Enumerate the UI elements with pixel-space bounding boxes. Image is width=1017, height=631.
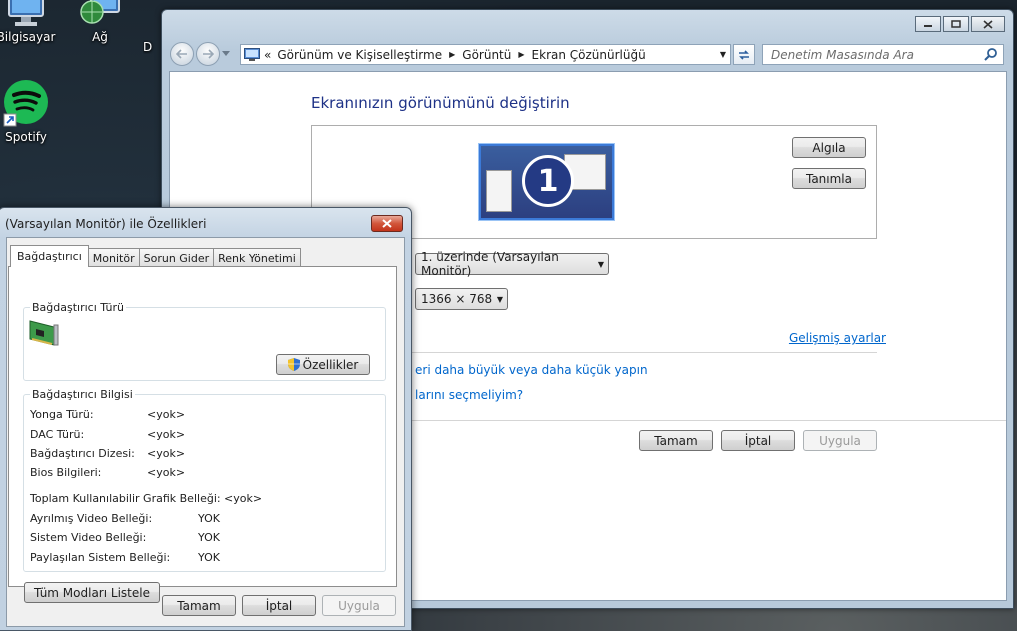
- ok-button[interactable]: Tamam: [639, 430, 713, 451]
- monitor-number-badge: 1: [522, 155, 574, 207]
- which-settings-link[interactable]: larını seçmeliyim?: [415, 388, 523, 402]
- chevron-down-icon: [222, 50, 230, 56]
- tab-monitor[interactable]: Monitör: [87, 248, 140, 267]
- tab-troubleshoot[interactable]: Sorun Gider: [138, 248, 215, 267]
- dac-type-value: <yok>: [147, 428, 186, 441]
- list-all-modes-button[interactable]: Tüm Modları Listele: [24, 582, 160, 603]
- chip-type-value: <yok>: [147, 408, 186, 421]
- adapter-string-value: <yok>: [147, 447, 186, 460]
- search-input[interactable]: [771, 47, 981, 62]
- bios-info-label: Bios Bilgileri:: [30, 466, 102, 479]
- monitor-1-thumbnail[interactable]: 1: [479, 144, 614, 220]
- dialog-body: Bağdaştırıcı Monitör Sorun Gider Renk Yö…: [6, 237, 405, 627]
- address-history-dropdown-icon[interactable]: ▼: [720, 50, 726, 59]
- navigation-buttons: [170, 42, 232, 66]
- dialog-cancel-button[interactable]: İptal: [242, 595, 316, 616]
- spotify-icon: [3, 80, 48, 127]
- chevron-down-icon: ▼: [496, 294, 503, 304]
- maximize-button[interactable]: [943, 16, 969, 32]
- adapter-string-label: Bağdaştırıcı Dizesi:: [30, 447, 135, 460]
- minimize-icon: [924, 25, 932, 27]
- graphics-card-icon: [29, 320, 59, 346]
- dedicated-video-memory-value: YOK: [198, 512, 220, 525]
- desktop-icon-label: Bilgisayar: [0, 30, 56, 44]
- refresh-button[interactable]: [733, 44, 755, 65]
- desktop-icon-label: Ağ: [92, 30, 108, 44]
- address-bar[interactable]: « Görünüm ve Kişiselleştirme ▶ Görüntü ▶…: [240, 44, 731, 65]
- network-globe-icon: [80, 0, 120, 24]
- tab-color-management[interactable]: Renk Yönetimi: [213, 248, 301, 267]
- monitor-properties-dialog: (Varsayılan Monitör) ile Özellikleri Bağ…: [0, 207, 412, 631]
- dialog-ok-button[interactable]: Tamam: [162, 595, 236, 616]
- computer-icon: [8, 0, 44, 26]
- breadcrumb-separator-icon[interactable]: ▶: [449, 50, 455, 59]
- shared-system-memory-label: Paylaşılan Sistem Belleği:: [30, 551, 171, 564]
- search-box[interactable]: [762, 44, 1004, 65]
- identify-button[interactable]: Tanımla: [792, 168, 866, 189]
- system-video-memory-label: Sistem Video Belleği:: [30, 531, 147, 544]
- system-video-memory-value: YOK: [198, 531, 220, 544]
- back-arrow-icon: [176, 49, 187, 59]
- desktop-icon-label: Spotify: [5, 130, 47, 144]
- chevron-down-icon: ▼: [597, 259, 604, 269]
- properties-button[interactable]: Özellikler: [276, 354, 370, 375]
- shared-system-memory-value: YOK: [198, 551, 220, 564]
- breadcrumb-appearance[interactable]: Görünüm ve Kişiselleştirme: [277, 48, 442, 62]
- adapter-info-group: Bağdaştırıcı Bilgisi Yonga Türü: <yok> D…: [23, 388, 386, 572]
- control-panel-icon: [244, 48, 260, 61]
- dedicated-video-memory-label: Ayrılmış Video Belleği:: [30, 512, 153, 525]
- caption-buttons: [915, 16, 1005, 32]
- chip-type-label: Yonga Türü:: [30, 408, 94, 421]
- dialog-title: (Varsayılan Monitör) ile Özellikleri: [5, 217, 207, 231]
- desktop-icon-partial[interactable]: D: [143, 40, 163, 54]
- desktop-icon-label: D: [143, 40, 153, 54]
- text-size-link[interactable]: eri daha büyük veya daha küçük yapın: [415, 363, 648, 377]
- dac-type-label: DAC Türü:: [30, 428, 85, 441]
- close-button[interactable]: [971, 16, 1005, 32]
- breadcrumb-separator-icon[interactable]: ▶: [518, 50, 524, 59]
- group-label: Bağdaştırıcı Bilgisi: [30, 388, 135, 401]
- adapter-tab-panel: Bağdaştırıcı Türü Özellikler Bağdaştırıc…: [8, 266, 397, 603]
- tab-strip: Bağdaştırıcı Monitör Sorun Gider Renk Yö…: [10, 245, 301, 267]
- total-graphics-memory-value: <yok>: [224, 492, 263, 505]
- resolution-select-value: 1366 × 768: [421, 292, 493, 306]
- dialog-apply-button[interactable]: Uygula: [322, 595, 396, 616]
- minimize-button[interactable]: [915, 16, 941, 32]
- properties-button-label: Özellikler: [302, 357, 359, 372]
- display-select-value: 1. üzerinde (Varsayılan Monitör): [421, 250, 559, 278]
- forward-button[interactable]: [196, 42, 220, 66]
- advanced-settings-link[interactable]: Gelişmiş ayarlar: [789, 331, 886, 345]
- thumbnail-window-left: [486, 170, 512, 212]
- apply-button[interactable]: Uygula: [803, 430, 877, 451]
- resolution-select[interactable]: 1366 × 768 ▼: [415, 288, 508, 310]
- close-icon: [983, 19, 993, 29]
- dialog-close-button[interactable]: [371, 215, 403, 232]
- breadcrumb-display[interactable]: Görüntü: [462, 48, 511, 62]
- breadcrumb-screen-resolution[interactable]: Ekran Çözünürlüğü: [532, 48, 646, 62]
- uac-shield-icon: [287, 358, 300, 371]
- recent-pages-dropdown[interactable]: [222, 50, 232, 59]
- detect-button[interactable]: Algıla: [792, 137, 866, 158]
- cancel-button[interactable]: İptal: [721, 430, 795, 451]
- search-icon[interactable]: [984, 47, 998, 61]
- forward-arrow-icon: [203, 49, 214, 59]
- back-button[interactable]: [170, 42, 194, 66]
- close-icon: [382, 219, 392, 228]
- adapter-type-group: Bağdaştırıcı Türü Özellikler: [23, 301, 386, 381]
- total-graphics-memory-label: Toplam Kullanılabilir Grafik Belleği:: [30, 492, 221, 505]
- desktop-icon-computer[interactable]: Bilgisayar: [0, 0, 61, 44]
- address-overflow-chevron[interactable]: «: [264, 48, 271, 62]
- desktop-icon-spotify[interactable]: Spotify: [0, 80, 61, 144]
- group-label: Bağdaştırıcı Türü: [30, 301, 126, 314]
- tab-adapter[interactable]: Bağdaştırıcı: [10, 245, 89, 267]
- maximize-icon: [951, 20, 961, 28]
- refresh-arrows-icon: [739, 49, 749, 60]
- page-title: Ekranınızın görünümünü değiştirin: [311, 94, 570, 112]
- display-select[interactable]: 1. üzerinde (Varsayılan Monitör) ▼: [415, 250, 609, 278]
- bios-info-value: <yok>: [147, 466, 186, 479]
- desktop-icon-network[interactable]: Ağ: [65, 0, 135, 44]
